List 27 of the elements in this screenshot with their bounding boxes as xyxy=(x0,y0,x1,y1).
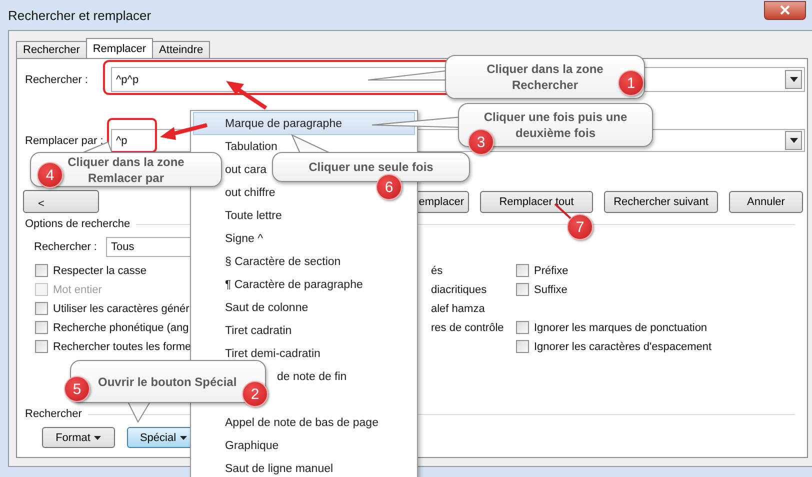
checkbox-label: Suffixe xyxy=(534,284,568,296)
callout-text: Cliquer une fois puis une xyxy=(484,109,628,125)
callout-text: Ouvrir le bouton Spécial xyxy=(98,374,237,390)
callout-text: Cliquer une seule fois xyxy=(308,159,434,175)
window-title: Rechercher et remplacer xyxy=(8,8,152,22)
checkbox-label: Recherche phonétique (ang xyxy=(53,322,189,334)
callout-text: Cliquer dans la zone xyxy=(68,154,184,170)
checkbox-label: Respecter la casse xyxy=(53,264,147,276)
checkbox-label: Préfixe xyxy=(534,264,568,276)
checkbox-label: alef hamza xyxy=(431,302,485,314)
checkbox-label: és xyxy=(431,264,443,276)
checkbox-label: Rechercher toutes les forme xyxy=(53,340,192,352)
checkbox-label: Utiliser les caractères génér xyxy=(53,302,190,314)
field-label: Rechercher : xyxy=(34,241,98,253)
callout-text: Cliquer dans la zone xyxy=(486,61,604,77)
checkbox-label: Mot entier xyxy=(53,284,102,296)
checkbox-label: Ignorer les marques de ponctuation xyxy=(534,322,708,334)
field-label: Remplacer par : xyxy=(25,134,104,146)
checkbox-label: diacritiques xyxy=(431,284,487,296)
section-title: Options de recherche xyxy=(25,218,130,230)
field-label: Rechercher : xyxy=(25,74,89,86)
callout-text: deuxième fois xyxy=(515,125,596,141)
callout-text: Remlacer par xyxy=(88,170,164,186)
callout-text: Rechercher xyxy=(512,77,578,93)
checkbox-label: Ignorer les caractères d'espacement xyxy=(534,340,712,352)
checkbox-label: res de contrôle xyxy=(431,322,504,334)
section-title: Rechercher xyxy=(25,408,82,420)
